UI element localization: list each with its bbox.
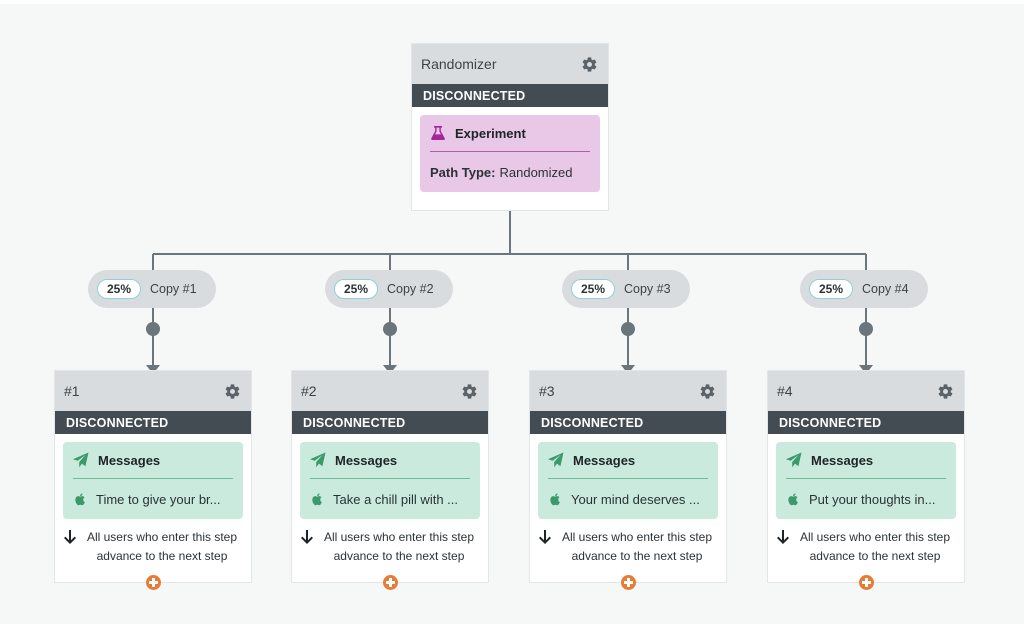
connector-node-2	[383, 322, 397, 336]
split-percent: 25%	[97, 279, 141, 299]
messages-panel[interactable]: Messages Take a chill pill with ...	[300, 442, 480, 519]
split-percent: 25%	[571, 279, 615, 299]
step-title: #4	[777, 383, 793, 399]
message-preview: Time to give your br...	[96, 491, 221, 507]
step-title: #2	[301, 383, 317, 399]
split-pill-1[interactable]: 25% Copy #1	[88, 270, 216, 308]
step-header: #2	[292, 371, 488, 411]
status-badge: DISCONNECTED	[55, 411, 251, 434]
messages-label: Messages	[335, 452, 398, 468]
gear-icon[interactable]	[937, 383, 954, 400]
step-title: #3	[539, 383, 555, 399]
step-card-1[interactable]: #1 DISCONNECTED Messages Time to give yo…	[54, 370, 252, 583]
split-pill-2[interactable]: 25% Copy #2	[325, 270, 453, 308]
split-label: Copy #1	[150, 282, 197, 296]
split-label: Copy #3	[624, 282, 671, 296]
advance-text: All users who enter this step advance to…	[799, 530, 951, 563]
gear-icon[interactable]	[581, 56, 598, 73]
split-label: Copy #2	[387, 282, 434, 296]
step-card-4[interactable]: #4 DISCONNECTED Messages Put your though…	[767, 370, 965, 583]
advance-text: All users who enter this step advance to…	[323, 530, 475, 563]
split-percent: 25%	[334, 279, 378, 299]
add-step-button[interactable]	[146, 575, 161, 590]
arrow-down-icon	[64, 530, 76, 544]
apple-icon	[550, 493, 560, 506]
status-badge: DISCONNECTED	[768, 411, 964, 434]
message-preview: Your mind deserves ...	[571, 491, 700, 507]
message-row[interactable]: Time to give your br...	[73, 479, 233, 519]
arrow-down-icon	[777, 530, 789, 544]
messages-title-row: Messages	[786, 442, 946, 478]
messages-title-row: Messages	[548, 442, 708, 478]
gear-icon[interactable]	[224, 383, 241, 400]
gear-icon[interactable]	[699, 383, 716, 400]
messages-panel[interactable]: Messages Your mind deserves ...	[538, 442, 718, 519]
flask-icon	[431, 126, 445, 140]
step-header: #1	[55, 371, 251, 411]
paper-plane-icon	[310, 452, 326, 468]
advance-note: All users who enter this step advance to…	[530, 519, 726, 566]
connector-node-1	[146, 322, 160, 336]
apple-icon	[312, 493, 322, 506]
split-label: Copy #4	[862, 282, 909, 296]
experiment-panel[interactable]: Experiment Path Type: Randomized	[420, 115, 600, 192]
experiment-title-row: Experiment	[430, 115, 590, 151]
messages-label: Messages	[98, 452, 161, 468]
messages-label: Messages	[811, 452, 874, 468]
messages-title-row: Messages	[73, 442, 233, 478]
advance-text: All users who enter this step advance to…	[561, 530, 713, 563]
advance-note: All users who enter this step advance to…	[55, 519, 251, 566]
message-preview: Take a chill pill with ...	[333, 491, 458, 507]
apple-icon	[75, 493, 85, 506]
step-header: #4	[768, 371, 964, 411]
randomizer-title: Randomizer	[421, 56, 497, 72]
messages-panel[interactable]: Messages Put your thoughts in...	[776, 442, 956, 519]
split-percent: 25%	[809, 279, 853, 299]
status-badge: DISCONNECTED	[530, 411, 726, 434]
message-row[interactable]: Your mind deserves ...	[548, 479, 708, 519]
step-header: #3	[530, 371, 726, 411]
apple-icon	[788, 493, 798, 506]
arrow-down-icon	[539, 530, 551, 544]
advance-note: All users who enter this step advance to…	[292, 519, 488, 566]
messages-title-row: Messages	[310, 442, 470, 478]
add-step-button[interactable]	[859, 575, 874, 590]
messages-label: Messages	[573, 452, 636, 468]
split-pill-3[interactable]: 25% Copy #3	[562, 270, 690, 308]
path-type-label: Path Type:	[430, 164, 496, 180]
message-row[interactable]: Take a chill pill with ...	[310, 479, 470, 519]
message-preview: Put your thoughts in...	[809, 491, 936, 507]
paper-plane-icon	[786, 452, 802, 468]
step-title: #1	[64, 383, 80, 399]
split-pill-4[interactable]: 25% Copy #4	[800, 270, 928, 308]
status-badge: DISCONNECTED	[412, 84, 608, 107]
add-step-button[interactable]	[383, 575, 398, 590]
top-band	[0, 0, 1024, 4]
advance-note: All users who enter this step advance to…	[768, 519, 964, 566]
path-type-value: Randomized	[499, 164, 573, 180]
messages-panel[interactable]: Messages Time to give your br...	[63, 442, 243, 519]
paper-plane-icon	[548, 452, 564, 468]
advance-text: All users who enter this step advance to…	[86, 530, 238, 563]
paper-plane-icon	[73, 452, 89, 468]
gear-icon[interactable]	[461, 383, 478, 400]
experiment-label: Experiment	[455, 125, 526, 141]
randomizer-card[interactable]: Randomizer DISCONNECTED Experiment Path …	[411, 43, 609, 211]
randomizer-header: Randomizer	[412, 44, 608, 84]
connector-node-3	[621, 322, 635, 336]
add-step-button[interactable]	[621, 575, 636, 590]
arrow-down-icon	[301, 530, 313, 544]
message-row[interactable]: Put your thoughts in...	[786, 479, 946, 519]
connector-node-4	[859, 322, 873, 336]
path-type-row: Path Type: Randomized	[430, 152, 590, 192]
step-card-2[interactable]: #2 DISCONNECTED Messages Take a chill pi…	[291, 370, 489, 583]
status-badge: DISCONNECTED	[292, 411, 488, 434]
step-card-3[interactable]: #3 DISCONNECTED Messages Your mind deser…	[529, 370, 727, 583]
